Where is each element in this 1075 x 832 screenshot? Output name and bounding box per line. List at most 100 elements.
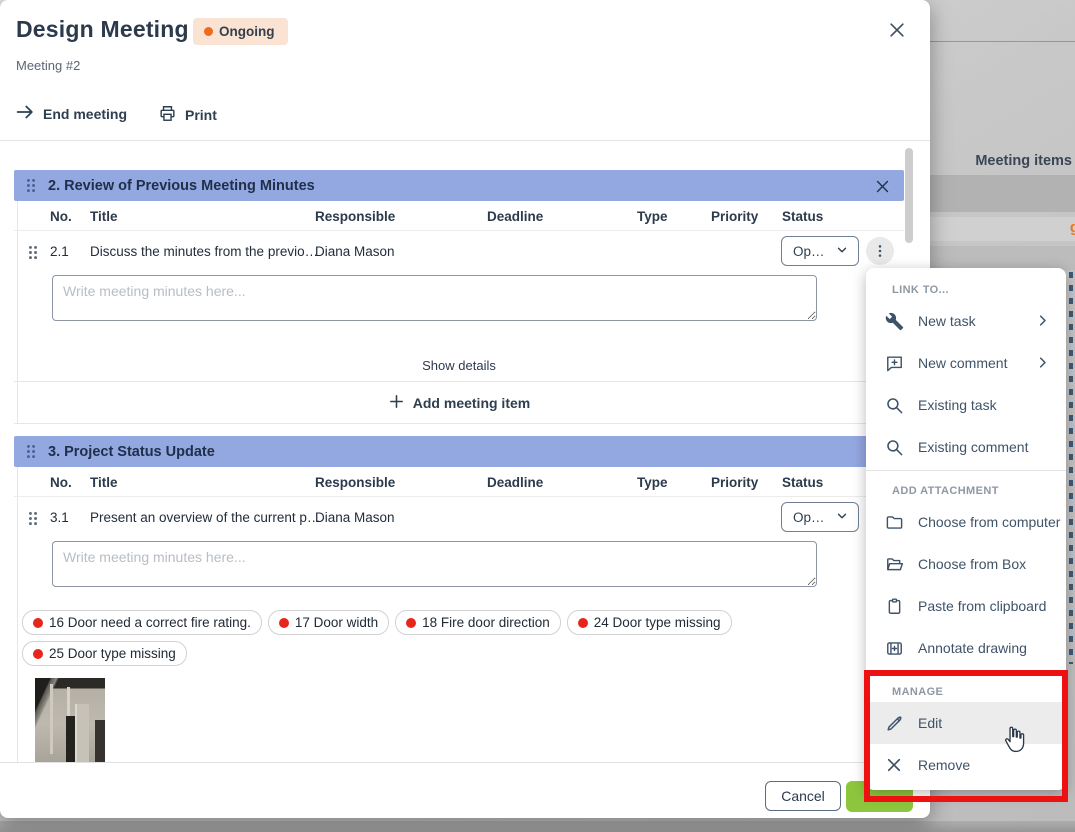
dashed-edge-decoration [1069, 272, 1073, 664]
item-number: 3.1 [50, 510, 69, 525]
red-dot-icon [578, 618, 588, 628]
column-priority: Priority [711, 475, 758, 490]
agenda-section-3: 3. Project Status Update No. Title Respo… [14, 436, 904, 762]
issue-tag[interactable]: 18 Fire door direction [395, 610, 561, 635]
meeting-number: Meeting #2 [16, 58, 80, 73]
menu-item-annotate-drawing[interactable]: Annotate drawing [866, 627, 1066, 669]
table-header-row: No. Title Responsible Deadline Type Prio… [14, 467, 904, 497]
item-responsible: Diana Mason [315, 510, 395, 525]
issue-tag[interactable]: 16 Door need a correct fire rating. [22, 610, 262, 635]
meeting-minutes-input[interactable] [52, 541, 817, 587]
drag-handle-icon[interactable] [26, 244, 40, 266]
menu-item-new-task[interactable]: New task [866, 300, 1066, 342]
item-title: Present an overview of the current p… [90, 510, 320, 525]
menu-group-label: MANAGE [866, 672, 1066, 702]
status-dropdown[interactable]: Op… [781, 502, 859, 532]
red-dot-icon [406, 618, 416, 628]
drag-handle-icon[interactable] [26, 510, 40, 532]
menu-item-remove[interactable]: Remove [866, 744, 1066, 786]
section-title: 3. Project Status Update [48, 444, 215, 460]
red-dot-icon [279, 618, 289, 628]
menu-item-paste-from-clipboard[interactable]: Paste from clipboard [866, 585, 1066, 627]
column-no: No. [50, 209, 72, 224]
background-row: g [930, 217, 1075, 241]
column-title: Title [90, 475, 118, 490]
issue-tag[interactable]: 17 Door width [268, 610, 389, 635]
wrench-icon [884, 311, 904, 331]
table-row[interactable]: 3.1 Present an overview of the current p… [14, 497, 904, 539]
show-details-toggle[interactable]: Show details [14, 334, 904, 382]
scrollbar-thumb[interactable] [905, 148, 913, 243]
item-number: 2.1 [50, 244, 69, 259]
column-deadline: Deadline [487, 209, 543, 224]
minutes-field-wrap [14, 539, 904, 600]
red-dot-icon [33, 649, 43, 659]
folder-icon [884, 512, 904, 532]
table-row[interactable]: 2.1 Discuss the minutes from the previo…… [14, 231, 904, 273]
footer-divider [0, 762, 930, 763]
page-title: Design Meeting [16, 16, 189, 43]
background-divider [930, 41, 1075, 42]
column-status: Status [782, 475, 823, 490]
clipboard-icon [884, 596, 904, 616]
menu-item-choose-from-box[interactable]: Choose from Box [866, 543, 1066, 585]
issue-tag[interactable]: 25 Door type missing [22, 641, 187, 666]
close-icon [887, 20, 907, 45]
column-type: Type [637, 209, 668, 224]
search-icon [884, 437, 904, 457]
menu-item-edit[interactable]: Edit [866, 702, 1066, 744]
menu-item-existing-comment[interactable]: Existing comment [866, 426, 1066, 468]
open-folder-icon [884, 554, 904, 574]
search-icon [884, 395, 904, 415]
clipped-text: g [1070, 219, 1075, 236]
background-row [930, 175, 1075, 212]
section-3-header[interactable]: 3. Project Status Update [14, 436, 904, 467]
linked-issue-tags: 16 Door need a correct fire rating. 17 D… [14, 600, 794, 666]
status-badge-label: Ongoing [219, 24, 274, 39]
row-context-menu: LINK TO... New task New comment Existin [866, 268, 1066, 790]
meeting-items-heading: Meeting items [930, 153, 1072, 169]
menu-group-label: ADD ATTACHMENT [866, 471, 1066, 501]
drag-handle-icon[interactable] [24, 177, 38, 194]
print-button[interactable]: Print [158, 104, 217, 126]
end-meeting-button[interactable]: End meeting [16, 104, 127, 123]
column-responsible: Responsible [315, 475, 395, 490]
agenda-section-2: 2. Review of Previous Meeting Minutes No… [14, 170, 904, 424]
meeting-minutes-input[interactable] [52, 275, 817, 321]
background-footer-band [0, 821, 1075, 832]
header-divider [0, 140, 930, 141]
close-icon [884, 755, 904, 775]
attachment-photo-thumbnail[interactable] [35, 678, 105, 762]
annotate-drawing-icon [884, 638, 904, 658]
section-close-button[interactable] [870, 174, 894, 198]
plus-icon [388, 393, 405, 413]
menu-item-choose-from-computer[interactable]: Choose from computer [866, 501, 1066, 543]
menu-item-existing-task[interactable]: Existing task [866, 384, 1066, 426]
section-title: 2. Review of Previous Meeting Minutes [48, 178, 315, 194]
column-status: Status [782, 209, 823, 224]
menu-item-new-comment[interactable]: New comment [866, 342, 1066, 384]
chevron-right-icon [1035, 355, 1050, 373]
arrow-right-icon [16, 104, 35, 123]
status-dropdown[interactable]: Op… [781, 236, 859, 266]
item-responsible: Diana Mason [315, 244, 395, 259]
column-type: Type [637, 475, 668, 490]
status-dot-icon [204, 27, 213, 36]
close-dialog-button[interactable] [882, 17, 912, 47]
section-2-header[interactable]: 2. Review of Previous Meeting Minutes [14, 170, 904, 201]
issue-tag[interactable]: 24 Door type missing [567, 610, 732, 635]
cancel-button[interactable]: Cancel [765, 781, 841, 811]
add-meeting-item-button[interactable]: Add meeting item [14, 382, 904, 424]
pencil-icon [884, 713, 904, 733]
chevron-down-icon [835, 243, 849, 260]
drag-handle-icon[interactable] [24, 443, 38, 460]
column-priority: Priority [711, 209, 758, 224]
meeting-dialog: Design Meeting Ongoing Meeting #2 End me… [0, 0, 930, 818]
minutes-field-wrap [14, 273, 904, 334]
column-deadline: Deadline [487, 475, 543, 490]
menu-group-label: LINK TO... [866, 274, 1066, 300]
chevron-right-icon [1035, 313, 1050, 331]
row-menu-button[interactable] [866, 237, 894, 265]
table-header-row: No. Title Responsible Deadline Type Prio… [14, 201, 904, 231]
chevron-down-icon [835, 509, 849, 526]
